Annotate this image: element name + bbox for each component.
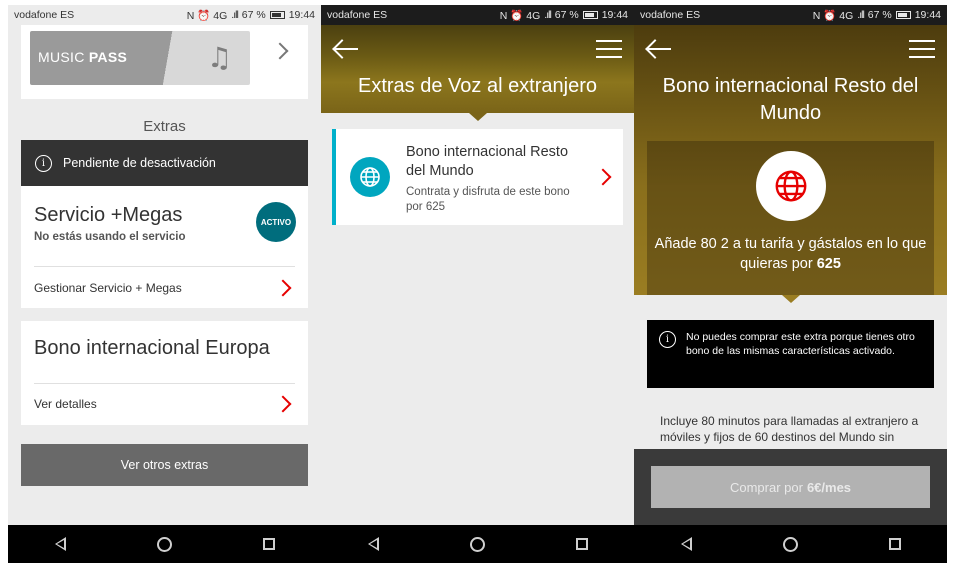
offer-description: Añade 80 2 a tu tarifa y gástalos en lo …: [654, 236, 927, 272]
battery-icon: [895, 11, 911, 19]
page-title: Bono internacional Resto del Mundo: [662, 75, 919, 124]
nav-recents-button[interactable]: [259, 534, 279, 554]
nav-recents-button[interactable]: [885, 534, 905, 554]
back-arrow-icon[interactable]: [646, 39, 672, 59]
header-notch: [781, 295, 800, 303]
nav-home-button[interactable]: [467, 534, 487, 554]
divider: [34, 266, 295, 267]
battery-percent: 67 %: [241, 9, 266, 21]
recents-square-icon: [888, 538, 901, 550]
globe-icon: [755, 151, 826, 221]
nav-back-button[interactable]: [363, 534, 383, 554]
chevron-right-icon: [594, 168, 612, 186]
battery-icon: [269, 11, 285, 19]
back-triangle-icon: [680, 537, 692, 551]
pending-text: Pendiente de desactivación: [63, 156, 216, 170]
status-badge: ACTIVO: [256, 202, 296, 242]
section-title-extras: Extras: [143, 118, 186, 135]
nav-home-button[interactable]: [154, 534, 174, 554]
header-hero: Bono internacional Resto del Mundo Añade…: [634, 25, 947, 303]
buy-label: Comprar por: [729, 479, 803, 495]
carrier-label: vodafone ES: [640, 9, 701, 21]
home-circle-icon: [782, 536, 798, 552]
music-pass-card[interactable]: MUSIC PASS ♫: [21, 25, 308, 99]
back-triangle-icon: [367, 537, 379, 551]
music-pass-label: MUSIC PASS: [38, 49, 128, 65]
clock: 19:44: [601, 9, 628, 21]
menu-icon[interactable]: [909, 40, 935, 58]
signal-icon: .ıll: [544, 9, 551, 21]
android-nav-bar: [634, 525, 947, 563]
header-notch: [468, 113, 487, 121]
signal-icon: .ıll: [857, 9, 864, 21]
android-nav-bar: [8, 525, 321, 563]
recents-square-icon: [262, 538, 275, 550]
status-bar: vodafone ES N ⏰ 4G .ıll 67 % 19:44: [321, 5, 634, 25]
status-bar: vodafone ES N ⏰ 4G .ıll 67 % 19:44: [634, 5, 947, 25]
europa-title: Bono internacional Europa: [34, 337, 270, 359]
home-circle-icon: [156, 536, 172, 552]
battery-icon: [582, 11, 598, 19]
manage-megas-label: Gestionar Servicio + Megas: [34, 281, 182, 295]
bono-title: Bono internacional Resto del Mundo: [406, 144, 569, 179]
nav-back-button[interactable]: [50, 534, 70, 554]
megas-subtitle: No estás usando el servicio: [34, 231, 186, 243]
purchase-bar: Comprar por 6€/mes: [634, 449, 947, 525]
signal-icon: .ıll: [231, 9, 238, 21]
header-hero: Extras de Voz al extranjero: [321, 25, 634, 121]
nav-recents-button[interactable]: [572, 534, 592, 554]
nav-back-button[interactable]: [676, 534, 696, 554]
globe-icon: [350, 157, 390, 197]
carrier-label: vodafone ES: [327, 9, 388, 21]
clock: 19:44: [914, 9, 941, 21]
buy-button[interactable]: Comprar por 6€/mes: [651, 466, 930, 508]
page-title: Extras de Voz al extranjero: [357, 75, 597, 97]
buy-price: 6€/mes: [806, 479, 852, 495]
home-circle-icon: [469, 536, 485, 552]
chevron-right-icon: [274, 395, 292, 413]
megas-title: Servicio +Megas: [34, 204, 183, 226]
recents-square-icon: [575, 538, 588, 550]
bono-europa-card: Bono internacional Europa Ver detalles: [21, 321, 308, 425]
offer-panel: Añade 80 2 a tu tarifa y gástalos en lo …: [647, 141, 934, 295]
screen-bono-detail: vodafone ES N ⏰ 4G .ıll 67 % 19:44 Bono …: [634, 5, 947, 563]
music-pass-banner: MUSIC PASS ♫: [30, 31, 250, 85]
warning-text: No puedes comprar este extra porque tien…: [686, 331, 915, 357]
back-arrow-icon[interactable]: [333, 39, 359, 59]
status-icons: N ⏰ 4G: [499, 9, 541, 22]
ver-detalles-label: Ver detalles: [34, 397, 97, 411]
clock: 19:44: [288, 9, 315, 21]
ver-otros-extras-button[interactable]: Ver otros extras: [21, 444, 308, 486]
megas-service-card: Servicio +Megas No estás usando el servi…: [21, 186, 308, 308]
purchase-warning: i No puedes comprar este extra porque ti…: [647, 320, 934, 388]
screen-voice-extras: vodafone ES N ⏰ 4G .ıll 67 % 19:44 Extra…: [321, 5, 634, 563]
nav-home-button[interactable]: [780, 534, 800, 554]
back-triangle-icon: [54, 537, 66, 551]
carrier-label: vodafone ES: [14, 9, 75, 21]
ver-detalles-link[interactable]: Ver detalles: [34, 384, 295, 424]
bono-resto-mundo-card[interactable]: Bono internacional Resto del Mundo Contr…: [332, 129, 623, 225]
battery-percent: 67 %: [554, 9, 579, 21]
screen-extras-list: vodafone ES N ⏰ 4G .ıll 67 % 19:44 MUSIC…: [8, 5, 321, 563]
android-nav-bar: [321, 525, 634, 563]
menu-icon[interactable]: [596, 40, 622, 58]
chevron-right-icon[interactable]: [271, 42, 289, 60]
battery-percent: 67 %: [867, 9, 892, 21]
status-icons: N ⏰ 4G: [812, 9, 854, 22]
pending-deactivation-notice: i Pendiente de desactivación: [21, 140, 308, 186]
info-icon: i: [659, 331, 676, 348]
offer-details-text: Incluye 80 minutos para llamadas al extr…: [660, 414, 919, 444]
music-note-icon: ♫: [206, 41, 232, 74]
status-bar: vodafone ES N ⏰ 4G .ıll 67 % 19:44: [8, 5, 321, 25]
bono-description: Contrata y disfruta de este bono por 625: [406, 186, 570, 213]
info-icon: i: [35, 154, 52, 172]
chevron-right-icon: [274, 279, 292, 297]
manage-megas-link[interactable]: Gestionar Servicio + Megas: [34, 268, 295, 308]
status-icons: N ⏰ 4G: [186, 9, 228, 22]
